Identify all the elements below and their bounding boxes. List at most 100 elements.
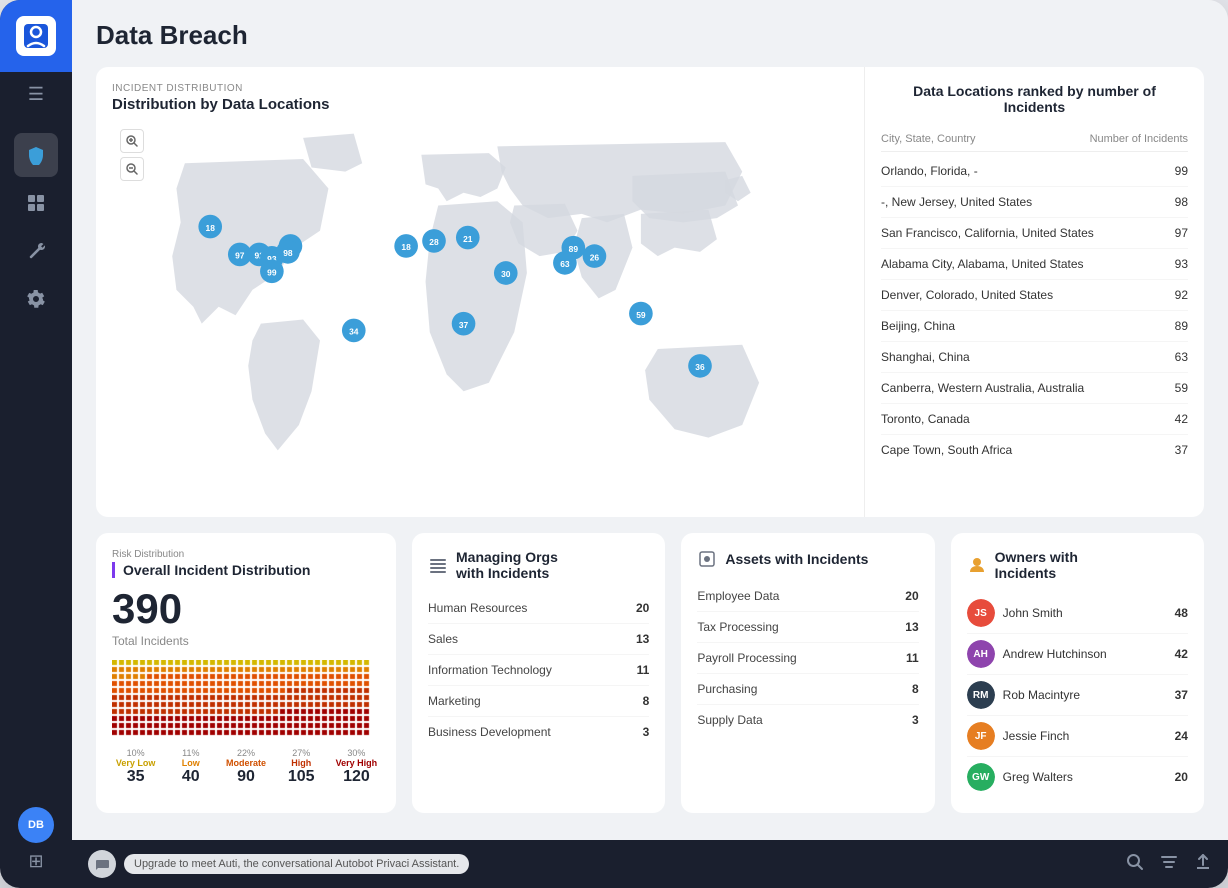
owner-name: Andrew Hutchinson — [1003, 647, 1167, 661]
owner-avatar-andrew: AH — [967, 640, 995, 668]
apps-icon[interactable]: ⊞ — [28, 851, 43, 872]
table-row: Alabama City, Alabama, United States 93 — [881, 249, 1188, 280]
chat-bubble-text[interactable]: Upgrade to meet Auti, the conversational… — [124, 854, 469, 874]
risk-bar-moderate: 22% Moderate 90 — [222, 748, 269, 786]
col-location-header: City, State, Country — [881, 133, 976, 145]
table-row: Denver, Colorado, United States 92 — [881, 280, 1188, 311]
assets-title: Assets with Incidents — [725, 551, 868, 567]
logo-icon — [16, 16, 56, 56]
owner-row: AH Andrew Hutchinson 42 — [967, 634, 1188, 675]
map-svg: 18 42 97 92 93 — [112, 121, 832, 501]
list-item: Payroll Processing 11 — [697, 643, 918, 674]
owners-title: Owners withIncidents — [995, 549, 1078, 581]
user-avatar[interactable]: DB — [18, 807, 54, 843]
sidebar-item-security[interactable] — [14, 133, 58, 177]
filter-icon[interactable] — [1160, 853, 1178, 876]
owner-avatar-rob: RM — [967, 681, 995, 709]
map-title: Distribution by Data Locations — [112, 96, 832, 113]
world-map: 18 42 97 92 93 — [112, 121, 832, 501]
owner-row: JS John Smith 48 — [967, 593, 1188, 634]
svg-text:30: 30 — [501, 269, 511, 279]
risk-panel: Risk Distribution Overall Incident Distr… — [96, 533, 396, 813]
logo — [0, 0, 72, 72]
list-item: Sales 13 — [428, 624, 649, 655]
sidebar-item-dashboard[interactable] — [14, 181, 58, 225]
table-row: Shanghai, China 63 — [881, 342, 1188, 373]
risk-bar-low: 11% Low 40 — [167, 748, 214, 786]
sidebar-navigation — [14, 117, 58, 807]
table-row: Cape Town, South Africa 37 — [881, 435, 1188, 465]
risk-total-label: Total Incidents — [112, 634, 380, 648]
col-incidents-header: Number of Incidents — [1090, 133, 1188, 145]
page-title: Data Breach — [96, 20, 1204, 51]
svg-text:18: 18 — [401, 242, 411, 252]
page-header: Data Breach — [72, 0, 1228, 67]
svg-text:21: 21 — [463, 234, 473, 244]
table-header: City, State, Country Number of Incidents — [881, 127, 1188, 152]
owner-name: Rob Macintyre — [1003, 688, 1167, 702]
chat-message-area: Upgrade to meet Auti, the conversational… — [88, 850, 469, 878]
auti-avatar — [88, 850, 116, 878]
svg-text:28: 28 — [429, 237, 439, 247]
table-row: Orlando, Florida, - 99 — [881, 156, 1188, 187]
sidebar-item-tools[interactable] — [14, 229, 58, 273]
svg-text:99: 99 — [267, 268, 277, 278]
owner-count: 42 — [1175, 647, 1188, 661]
map-panel: Incident Distribution Distribution by Da… — [96, 67, 848, 517]
assets-panel: Assets with Incidents Employee Data 20 T… — [681, 533, 934, 813]
owners-panel: Owners withIncidents JS John Smith 48 — [951, 533, 1204, 813]
table-row: Beijing, China 89 — [881, 311, 1188, 342]
owner-row: JF Jessie Finch 24 — [967, 716, 1188, 757]
table-title: Data Locations ranked by number of Incid… — [881, 83, 1188, 115]
bottom-section: Risk Distribution Overall Incident Distr… — [96, 533, 1204, 813]
assets-icon — [697, 549, 717, 569]
sidebar-item-settings[interactable] — [14, 277, 58, 321]
assets-list: Employee Data 20 Tax Processing 13 Payro… — [697, 581, 918, 735]
sidebar-menu-toggle[interactable]: ☰ — [0, 72, 72, 117]
owner-name: Greg Walters — [1003, 770, 1167, 784]
owner-count: 48 — [1175, 606, 1188, 620]
list-item: Business Development 3 — [428, 717, 649, 747]
orgs-icon — [428, 555, 448, 575]
owner-row: GW Greg Walters 20 — [967, 757, 1188, 797]
table-row: -, New Jersey, United States 98 — [881, 187, 1188, 218]
owner-avatar-john: JS — [967, 599, 995, 627]
orgs-panel: Managing Orgswith Incidents Human Resour… — [412, 533, 665, 813]
map-controls — [120, 129, 144, 181]
owners-icon — [967, 555, 987, 575]
zoom-in-button[interactable] — [120, 129, 144, 153]
locations-table-panel: Data Locations ranked by number of Incid… — [864, 67, 1204, 517]
svg-text:18: 18 — [206, 223, 216, 233]
list-item: Marketing 8 — [428, 686, 649, 717]
owner-row: RM Rob Macintyre 37 — [967, 675, 1188, 716]
map-subtitle: Incident Distribution — [112, 83, 832, 94]
top-section: Incident Distribution Distribution by Da… — [96, 67, 1204, 517]
owner-count: 37 — [1175, 688, 1188, 702]
export-icon[interactable] — [1194, 853, 1212, 876]
table-row: Toronto, Canada 42 — [881, 404, 1188, 435]
svg-text:34: 34 — [349, 327, 359, 337]
table-row: Canberra, Western Australia, Australia 5… — [881, 373, 1188, 404]
risk-title: Overall Incident Distribution — [123, 562, 380, 578]
owners-list: JS John Smith 48 AH Andrew Hutchinson 42 — [967, 593, 1188, 797]
owner-name: Jessie Finch — [1003, 729, 1167, 743]
svg-text:63: 63 — [560, 259, 570, 269]
sidebar-bottom: DB ⊞ — [18, 807, 54, 888]
list-item: Tax Processing 13 — [697, 612, 918, 643]
list-item: Information Technology 11 — [428, 655, 649, 686]
owner-count: 24 — [1175, 729, 1188, 743]
main-content: Data Breach Incident Distribution Distri… — [72, 0, 1228, 888]
locations-table-scroll[interactable]: Orlando, Florida, - 99 -, New Jersey, Un… — [881, 156, 1188, 465]
owner-avatar-greg: GW — [967, 763, 995, 791]
search-icon[interactable] — [1126, 853, 1144, 876]
zoom-out-button[interactable] — [120, 157, 144, 181]
list-item: Employee Data 20 — [697, 581, 918, 612]
risk-total: 390 — [112, 585, 182, 632]
risk-subtitle: Risk Distribution — [112, 549, 380, 560]
owner-name: John Smith — [1003, 606, 1167, 620]
risk-bar-very-high: 30% Very High 120 — [333, 748, 380, 786]
list-item: Supply Data 3 — [697, 705, 918, 735]
orgs-title: Managing Orgswith Incidents — [456, 549, 558, 581]
svg-text:98: 98 — [283, 248, 293, 258]
bottom-icons — [1126, 853, 1212, 876]
